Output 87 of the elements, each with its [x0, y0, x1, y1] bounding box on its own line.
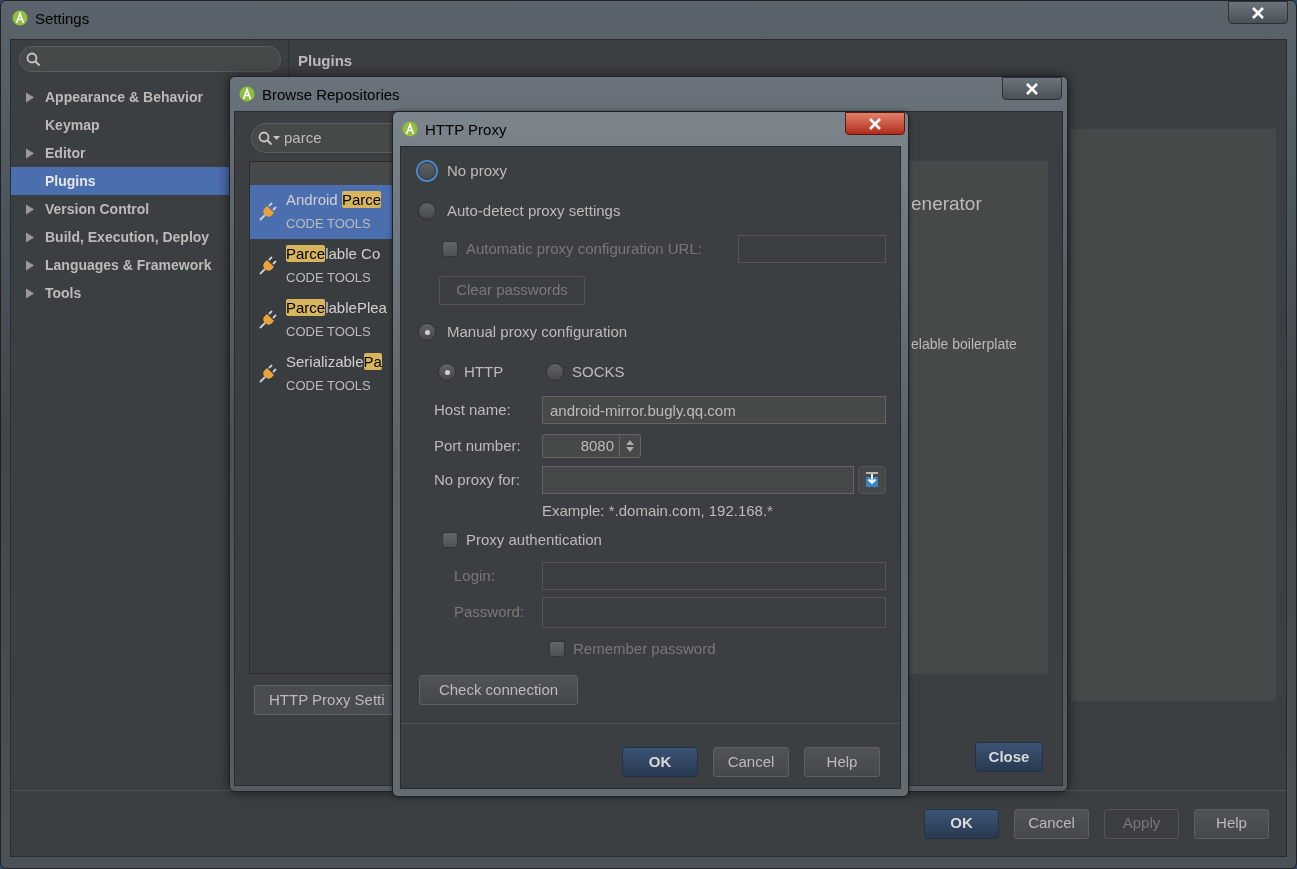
checkbox-label: Remember password [573, 638, 716, 659]
search-icon [258, 130, 273, 146]
proxy-settings-button[interactable]: HTTP Proxy Setti [254, 685, 393, 715]
window-title: Settings [35, 10, 90, 28]
close-icon [868, 117, 882, 130]
field-label: Password: [454, 602, 526, 623]
radio-button[interactable] [438, 363, 456, 381]
radio-button[interactable] [418, 202, 436, 220]
field-label: Host name: [434, 399, 512, 420]
radio-button[interactable] [418, 162, 436, 180]
radio-button[interactable] [546, 363, 564, 381]
plugin-name: Android Parce [286, 190, 382, 211]
help-button[interactable]: Help [804, 747, 880, 777]
radio-label: HTTP [464, 361, 504, 382]
plugin-title: enerator [911, 192, 983, 216]
tree-item[interactable]: Plugins [11, 167, 230, 195]
plugin-description: elable boilerplate [911, 334, 1018, 354]
radio-button[interactable] [418, 323, 436, 341]
url-field[interactable] [738, 235, 886, 263]
plugin-item[interactable]: Android Parce CODE TOOLS [250, 185, 393, 239]
close-icon [1025, 82, 1039, 95]
close-button[interactable]: Close [975, 742, 1043, 772]
download-tray-icon [863, 471, 881, 489]
plugin-name: ParcelablePlea [286, 298, 387, 319]
app-icon [239, 86, 255, 102]
example-hint: Example: *.domain.com, 192.168.* [542, 501, 774, 520]
tree-item[interactable]: Languages & Framework [11, 251, 230, 279]
plug-icon [258, 364, 278, 384]
caret-icon [273, 136, 280, 140]
radio-label: No proxy [447, 160, 508, 181]
plugin-item[interactable]: SerializablePa CODE TOOLS [250, 347, 393, 401]
checkbox-label: Proxy authentication [466, 529, 602, 550]
close-icon [1251, 6, 1265, 19]
login-field[interactable] [542, 562, 886, 590]
tree-item[interactable]: Build, Execution, Deploy [11, 223, 230, 251]
panel-title: Plugins [298, 51, 354, 71]
import-button[interactable] [858, 466, 886, 494]
plug-icon [258, 202, 278, 222]
plugin-category: CODE TOOLS [286, 323, 372, 342]
search-field[interactable]: parce [251, 123, 393, 153]
plugin-category: CODE TOOLS [286, 215, 372, 234]
ok-button[interactable]: OK [924, 808, 999, 839]
window-title: HTTP Proxy [425, 121, 507, 139]
expand-arrow-icon[interactable] [25, 259, 35, 271]
radio-label: Manual proxy configuration [447, 321, 628, 342]
checkbox-label: Automatic proxy configuration URL: [466, 238, 702, 259]
search-icon [26, 51, 41, 67]
tree-item[interactable]: Tools [11, 279, 230, 307]
plugin-name: Parcelable Co [286, 244, 381, 265]
expand-arrow-icon[interactable] [25, 231, 35, 243]
host-field[interactable]: android-mirror.bugly.qq.com [542, 396, 886, 424]
window-title: Browse Repositories [262, 86, 400, 104]
field-label: Port number: [434, 435, 522, 456]
no-proxy-field[interactable] [542, 466, 854, 494]
field-label: Login: [454, 565, 496, 586]
password-field[interactable] [542, 597, 886, 628]
checkbox[interactable] [442, 532, 458, 548]
cancel-button[interactable]: Cancel [1014, 808, 1089, 839]
check-connection-button[interactable]: Check connection [419, 675, 578, 705]
close-button[interactable] [1228, 1, 1288, 24]
ok-button[interactable]: OK [622, 747, 698, 777]
plug-icon [258, 310, 278, 330]
tree-item[interactable]: Appearance & Behavior [11, 83, 230, 111]
expand-arrow-icon[interactable] [25, 91, 35, 103]
plugin-category: CODE TOOLS [286, 377, 372, 396]
plugin-name: SerializablePa [286, 352, 382, 373]
radio-label: SOCKS [572, 361, 625, 382]
tree-item[interactable]: Editor [11, 139, 230, 167]
plugin-item[interactable]: Parcelable Co CODE TOOLS [250, 239, 393, 293]
search-field[interactable] [19, 46, 281, 72]
tree-item[interactable]: Version Control [11, 195, 230, 223]
help-button[interactable]: Help [1194, 808, 1269, 839]
expand-arrow-icon[interactable] [25, 203, 35, 215]
cancel-button[interactable]: Cancel [713, 747, 789, 777]
app-icon [402, 121, 418, 137]
plug-icon [258, 256, 278, 276]
radio-label: Auto-detect proxy settings [447, 200, 621, 221]
expand-arrow-icon[interactable] [25, 287, 35, 299]
expand-arrow-icon[interactable] [25, 147, 35, 159]
plugin-item[interactable]: ParcelablePlea CODE TOOLS [250, 293, 393, 347]
port-field[interactable]: 8080 [542, 434, 641, 458]
tree-item[interactable]: Keymap [11, 111, 230, 139]
app-icon [12, 10, 28, 26]
close-button[interactable] [845, 112, 905, 135]
close-button[interactable] [1002, 77, 1062, 100]
field-label: No proxy for: [434, 469, 521, 490]
plugin-category: CODE TOOLS [286, 269, 372, 288]
